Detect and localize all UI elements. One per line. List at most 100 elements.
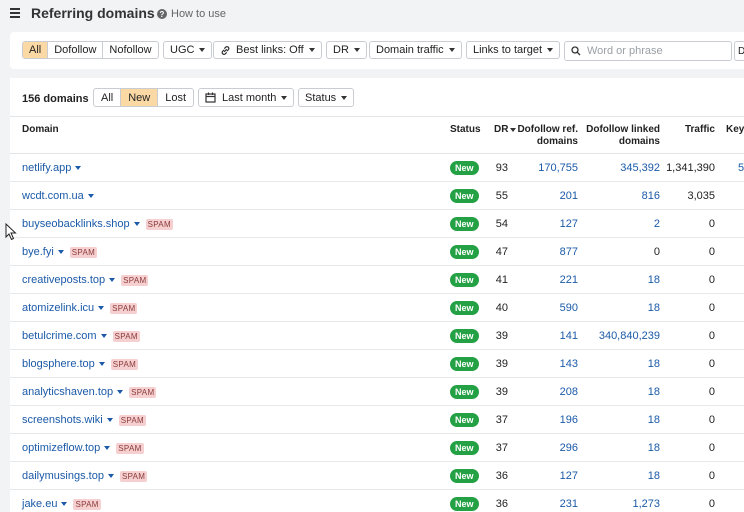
table-row: jake.eu SPAM New 36 231 1,273 0 bbox=[10, 490, 744, 512]
chevron-down-icon[interactable] bbox=[133, 222, 140, 226]
tab-all[interactable]: All bbox=[23, 42, 49, 58]
tab-dofollow[interactable]: Dofollow bbox=[48, 42, 104, 58]
domain-link[interactable]: blogsphere.top bbox=[22, 358, 95, 370]
linked-domains-value[interactable]: 1,273 bbox=[582, 498, 660, 510]
col-status[interactable]: Status bbox=[450, 124, 481, 136]
dr-value: 41 bbox=[495, 274, 508, 286]
ref-domains-link[interactable]: 127 bbox=[510, 218, 578, 230]
col-domain[interactable]: Domain bbox=[22, 124, 59, 136]
col-dofollow-ref-domains[interactable]: Dofollow ref. domains bbox=[510, 124, 578, 148]
chevron-down-icon[interactable] bbox=[98, 362, 105, 366]
links-to-target-dropdown[interactable]: Links to target bbox=[466, 41, 561, 59]
chevron-down-icon bbox=[353, 48, 360, 52]
linked-domains-value[interactable]: 18 bbox=[582, 386, 660, 398]
col-dofollow-linked-domains[interactable]: Dofollow linked domains bbox=[582, 124, 660, 148]
chevron-down-icon[interactable] bbox=[98, 306, 105, 310]
status-badge: New bbox=[450, 413, 479, 427]
ugc-dropdown[interactable]: UGC bbox=[163, 41, 213, 59]
domain-link[interactable]: jake.eu bbox=[22, 498, 57, 510]
ref-domains-link[interactable]: 296 bbox=[510, 442, 578, 454]
domain-link[interactable]: netlify.app bbox=[22, 162, 71, 174]
domain-traffic-dropdown[interactable]: Domain traffic bbox=[369, 41, 462, 59]
how-to-use-link[interactable]: ? How to use bbox=[157, 8, 226, 20]
linked-domains-value[interactable]: 18 bbox=[582, 358, 660, 370]
domain-link[interactable]: creativeposts.top bbox=[22, 274, 105, 286]
linked-domains-value[interactable]: 816 bbox=[582, 190, 660, 202]
ref-domains-link[interactable]: 877 bbox=[510, 246, 578, 258]
chevron-down-icon[interactable] bbox=[104, 446, 111, 450]
domain-cell: betulcrime.com SPAM bbox=[22, 330, 140, 342]
search-mode-button[interactable]: D bbox=[734, 41, 744, 61]
period-dropdown[interactable]: Last month bbox=[198, 88, 295, 107]
domain-link[interactable]: optimizeflow.top bbox=[22, 442, 100, 454]
col-keywords[interactable]: Key bbox=[726, 124, 744, 136]
domain-link[interactable]: wcdt.com.ua bbox=[22, 190, 84, 202]
chevron-down-icon[interactable] bbox=[75, 166, 82, 170]
linked-domains-value[interactable]: 18 bbox=[582, 442, 660, 454]
hamburger-menu-icon[interactable] bbox=[10, 8, 20, 18]
ref-domains-link[interactable]: 196 bbox=[510, 414, 578, 426]
spam-badge: SPAM bbox=[112, 330, 140, 342]
linked-domains-value[interactable]: 18 bbox=[582, 470, 660, 482]
domain-link[interactable]: betulcrime.com bbox=[22, 330, 97, 342]
tab-lost[interactable]: Lost bbox=[158, 89, 193, 106]
domain-link[interactable]: analyticshaven.top bbox=[22, 386, 113, 398]
status-dropdown[interactable]: Status bbox=[298, 88, 355, 107]
table-row: buyseobacklinks.shop SPAM New 54 127 2 0 bbox=[10, 210, 744, 238]
chevron-down-icon[interactable] bbox=[117, 390, 124, 394]
linked-domains-value[interactable]: 18 bbox=[582, 414, 660, 426]
domain-link[interactable]: bye.fyi bbox=[22, 246, 54, 258]
ref-domains-link[interactable]: 208 bbox=[510, 386, 578, 398]
chevron-down-icon bbox=[341, 95, 348, 100]
linked-domains-value[interactable]: 345,392 bbox=[582, 162, 660, 174]
dr-value: 55 bbox=[495, 190, 508, 202]
domain-link[interactable]: dailymusings.top bbox=[22, 470, 104, 482]
traffic-value: 1,341,390 bbox=[666, 162, 715, 174]
dr-value: 37 bbox=[495, 442, 508, 454]
ref-domains-link[interactable]: 141 bbox=[510, 330, 578, 342]
spam-badge: SPAM bbox=[73, 498, 101, 510]
chevron-down-icon[interactable] bbox=[109, 278, 116, 282]
table-row: optimizeflow.top SPAM New 37 296 18 0 bbox=[10, 434, 744, 462]
ref-domains-link[interactable]: 221 bbox=[510, 274, 578, 286]
linked-domains-value[interactable]: 18 bbox=[582, 302, 660, 314]
ref-domains-link[interactable]: 127 bbox=[510, 470, 578, 482]
chevron-down-icon[interactable] bbox=[106, 418, 113, 422]
chevron-down-icon[interactable] bbox=[61, 502, 68, 506]
chevron-down-icon[interactable] bbox=[100, 334, 107, 338]
search-input[interactable] bbox=[587, 45, 727, 57]
dr-value: 36 bbox=[495, 498, 508, 510]
tab-nofollow[interactable]: Nofollow bbox=[103, 42, 157, 58]
linked-domains-value[interactable]: 2 bbox=[582, 218, 660, 230]
domain-cell: blogsphere.top SPAM bbox=[22, 358, 139, 370]
best-links-dropdown[interactable]: Best links: Off bbox=[213, 41, 322, 59]
table-row: dailymusings.top SPAM New 36 127 18 0 bbox=[10, 462, 744, 490]
keywords-link[interactable]: 5 bbox=[738, 162, 744, 174]
chevron-down-icon bbox=[308, 48, 315, 52]
tab-all-status[interactable]: All bbox=[94, 89, 122, 106]
domain-link[interactable]: screenshots.wiki bbox=[22, 414, 103, 426]
dr-value: 39 bbox=[495, 330, 508, 342]
linked-domains-value[interactable]: 18 bbox=[582, 274, 660, 286]
chevron-down-icon[interactable] bbox=[107, 474, 114, 478]
spam-badge: SPAM bbox=[110, 302, 138, 314]
status-badge: New bbox=[450, 329, 479, 343]
domain-link[interactable]: atomizelink.icu bbox=[22, 302, 94, 314]
spam-badge: SPAM bbox=[121, 274, 149, 286]
spam-badge: SPAM bbox=[145, 218, 173, 230]
dr-value: 54 bbox=[495, 218, 508, 230]
status-badge: New bbox=[450, 469, 479, 483]
dr-dropdown[interactable]: DR bbox=[326, 41, 367, 59]
ref-domains-link[interactable]: 170,755 bbox=[510, 162, 578, 174]
ref-domains-link[interactable]: 590 bbox=[510, 302, 578, 314]
domain-link[interactable]: buyseobacklinks.shop bbox=[22, 218, 130, 230]
tab-new[interactable]: New bbox=[121, 89, 159, 106]
chevron-down-icon[interactable] bbox=[87, 194, 94, 198]
ref-domains-link[interactable]: 231 bbox=[510, 498, 578, 510]
table-row: creativeposts.top SPAM New 41 221 18 0 bbox=[10, 266, 744, 294]
ref-domains-link[interactable]: 143 bbox=[510, 358, 578, 370]
ref-domains-link[interactable]: 201 bbox=[510, 190, 578, 202]
chevron-down-icon[interactable] bbox=[57, 250, 64, 254]
col-traffic[interactable]: Traffic bbox=[662, 124, 715, 136]
linked-domains-value[interactable]: 340,840,239 bbox=[582, 330, 660, 342]
